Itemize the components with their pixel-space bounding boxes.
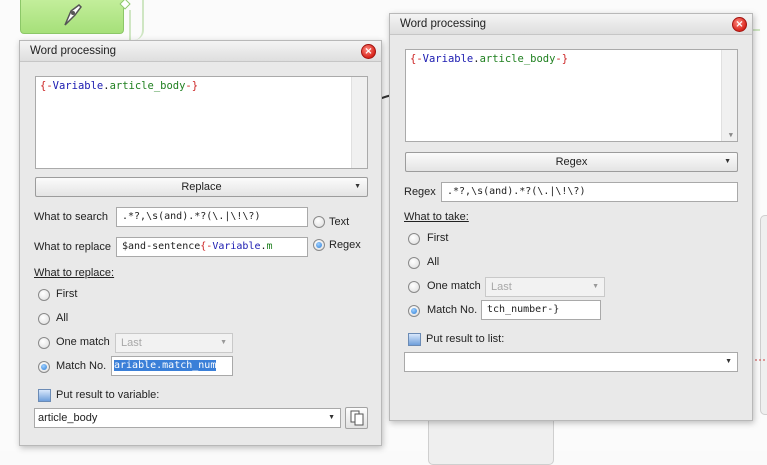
first-label: First <box>56 288 78 300</box>
action-label: Replace <box>181 181 222 193</box>
result-variable-select[interactable]: article_body ▼ <box>34 408 341 428</box>
chevron-down-icon: ▼ <box>354 183 361 190</box>
chevron-down-icon: ▼ <box>328 414 335 421</box>
replace-label: What to replace <box>34 241 112 253</box>
one-match-select[interactable]: Last ▼ <box>115 333 233 353</box>
panel-title: Word processing <box>20 41 381 62</box>
match-no-label: Match No. <box>427 304 478 316</box>
action-combo[interactable]: Regex ▼ <box>405 152 738 172</box>
code-property: article_body <box>109 80 186 92</box>
replace-variable: Variable <box>212 241 261 252</box>
code-editor[interactable]: {-Variable.article_body-} <box>35 76 368 169</box>
code-property: article_body <box>479 53 556 65</box>
editor-scrollbar[interactable]: ▼ <box>721 50 737 141</box>
editor-scrollbar[interactable] <box>351 77 367 168</box>
match-no-radio[interactable] <box>408 305 420 317</box>
search-label: What to search <box>34 211 108 223</box>
match-no-value: ariable.match_num <box>114 360 217 371</box>
search-value: .*?,\s(and).*?(\.|\!\?) <box>122 211 261 222</box>
one-match-select[interactable]: Last ▼ <box>485 277 605 297</box>
one-match-value: Last <box>491 281 512 293</box>
result-label: Put result to variable: <box>56 389 160 401</box>
action-combo[interactable]: Replace ▼ <box>35 177 368 197</box>
match-no-value: tch_number-} <box>487 304 560 315</box>
code-variable: Variable <box>52 80 104 92</box>
code-brace-close: -} <box>185 80 199 92</box>
copy-icon <box>350 410 364 426</box>
close-icon[interactable]: × <box>732 17 747 32</box>
replace-prefix: $and-sentence <box>122 241 201 252</box>
checkbox-icon[interactable] <box>408 333 421 346</box>
regex-label: Regex <box>404 186 436 198</box>
chevron-down-icon: ▼ <box>592 283 599 290</box>
chevron-down-icon[interactable]: ▼ <box>729 131 733 139</box>
one-match-radio[interactable] <box>408 281 420 293</box>
code-brace-close: -} <box>555 53 569 65</box>
first-radio[interactable] <box>408 233 420 245</box>
regex-input[interactable]: .*?,\s(and).*?(\.|\!\?) <box>441 182 738 202</box>
chevron-down-icon: ▼ <box>220 339 227 346</box>
first-label: First <box>427 232 449 244</box>
left-word-processing-panel: Word processing × {-Variable.article_bod… <box>19 40 382 446</box>
all-radio[interactable] <box>38 313 50 325</box>
mode-regex-label: Regex <box>329 239 361 251</box>
code-editor[interactable]: {-Variable.article_body-} ▼ <box>405 49 738 142</box>
one-match-radio[interactable] <box>38 337 50 349</box>
replace-tail: m <box>266 241 273 252</box>
match-no-label: Match No. <box>56 360 107 372</box>
code-variable: Variable <box>422 53 474 65</box>
result-list-select[interactable]: ▼ <box>404 352 738 372</box>
result-label: Put result to list: <box>426 333 505 345</box>
result-variable-value: article_body <box>38 412 98 424</box>
code-brace-open: {- <box>40 80 53 92</box>
chevron-down-icon: ▼ <box>724 158 731 165</box>
checkbox-icon[interactable] <box>38 389 51 402</box>
section-label: What to replace: <box>34 267 115 279</box>
mode-text-radio[interactable] <box>313 216 325 228</box>
all-label: All <box>56 312 69 324</box>
all-radio[interactable] <box>408 257 420 269</box>
match-no-input[interactable]: ariable.match_num <box>111 356 233 376</box>
regex-value: .*?,\s(and).*?(\.|\!\?) <box>447 186 586 197</box>
mode-regex-radio[interactable] <box>313 239 325 251</box>
panel-title: Word processing <box>390 14 752 35</box>
search-input[interactable]: .*?,\s(and).*?(\.|\!\?) <box>116 207 308 227</box>
close-icon[interactable]: × <box>361 44 376 59</box>
replace-brace-open: {- <box>200 241 213 252</box>
action-label: Regex <box>555 156 588 168</box>
all-label: All <box>427 256 440 268</box>
chevron-down-icon: ▼ <box>725 358 732 365</box>
mode-text-label: Text <box>329 216 350 228</box>
one-match-value: Last <box>121 337 142 349</box>
replace-input[interactable]: $and-sentence{-Variable.m <box>116 237 308 257</box>
code-brace-open: {- <box>410 53 423 65</box>
match-no-radio[interactable] <box>38 361 50 373</box>
first-radio[interactable] <box>38 289 50 301</box>
right-word-processing-panel: Word processing × {-Variable.article_bod… <box>389 13 753 421</box>
section-label: What to take: <box>404 211 469 223</box>
copy-button[interactable] <box>345 407 368 429</box>
one-match-label: One match <box>56 336 110 348</box>
one-match-label: One match <box>427 280 481 292</box>
match-no-input[interactable]: tch_number-} <box>481 300 601 320</box>
